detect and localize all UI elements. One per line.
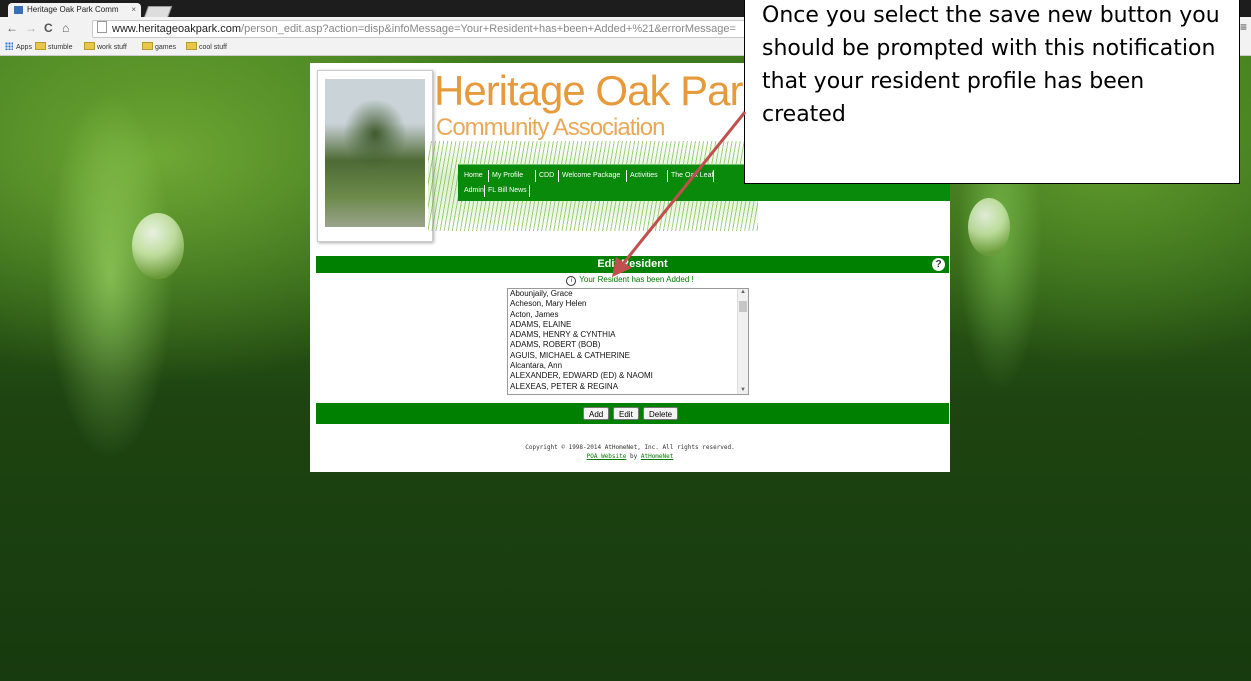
copyright-block: Copyright © 1998-2014 AtHomeNet, Inc. Al… — [310, 443, 950, 461]
nav-activities[interactable]: Activities — [630, 171, 658, 181]
resident-listbox[interactable]: Abounjaily, Grace Acheson, Mary Helen Acto… — [507, 288, 749, 395]
info-icon: i — [566, 276, 577, 286]
info-message: i Your Resident has been Added ! — [310, 274, 950, 286]
resident-option[interactable]: ADAMS, ELAINE — [510, 320, 748, 330]
resident-option[interactable]: ADAMS, ROBERT (BOB) — [510, 340, 748, 350]
back-arrow-icon[interactable]: ← — [6, 21, 18, 35]
reload-icon[interactable]: C — [44, 21, 53, 35]
edit-button[interactable]: Edit — [613, 407, 639, 420]
resident-option[interactable]: Alcantara, Ann — [510, 361, 748, 371]
poa-website-link[interactable]: POA Website — [587, 453, 627, 460]
credit-line: POA Website by AtHomeNet — [310, 452, 950, 461]
apps-grid-icon — [5, 42, 13, 50]
page-icon — [97, 21, 107, 33]
bookmark-apps[interactable]: Apps — [5, 41, 32, 55]
nav-fl-bill-news[interactable]: FL Bill News — [488, 186, 527, 196]
delete-button[interactable]: Delete — [643, 407, 679, 420]
credit-by: by — [630, 453, 638, 460]
site-title: Heritage Oak Park — [434, 67, 763, 114]
folder-icon — [84, 42, 95, 50]
forward-arrow-icon[interactable]: → — [25, 21, 37, 35]
panel-footer: Add Edit Delete — [316, 403, 949, 424]
nav-divider — [667, 170, 668, 182]
nav-my-profile[interactable]: My Profile — [492, 171, 523, 181]
info-message-text: Your Resident has been Added ! — [579, 275, 694, 284]
nav-divider — [626, 170, 627, 182]
nav-home[interactable]: Home — [464, 171, 483, 181]
url-path: /person_edit.asp?action=disp&infoMessage… — [241, 23, 736, 35]
home-icon[interactable]: ⌂ — [62, 21, 69, 35]
water-drop-image — [968, 198, 1010, 256]
resident-option[interactable]: ADAMS, HENRY & CYNTHIA — [510, 330, 748, 340]
resident-option[interactable]: Acheson, Mary Helen — [510, 299, 748, 309]
nav-divider — [558, 170, 559, 182]
bookmark-cool-stuff[interactable]: cool stuff — [186, 41, 227, 55]
resident-option[interactable]: ALEXANDER, EDWARD (ED) & NAOMI — [510, 371, 748, 381]
help-icon[interactable]: ? — [932, 258, 945, 271]
site-subtitle: Community Association — [436, 114, 665, 141]
browser-tab-title: Heritage Oak Park Comm — [27, 5, 119, 14]
resident-option[interactable]: Abounjaily, Grace — [510, 289, 748, 299]
folder-icon — [186, 42, 197, 50]
nav-oak-leaf[interactable]: The Oak Leaf — [671, 171, 713, 181]
copyright-text: Copyright © 1998-2014 AtHomeNet, Inc. Al… — [525, 444, 735, 451]
nav-admin[interactable]: Admin — [464, 186, 484, 196]
nav-divider — [529, 185, 530, 197]
listbox-scrollbar[interactable]: ▲ ▼ — [737, 289, 748, 394]
header-photo — [317, 70, 433, 242]
folder-icon — [35, 42, 46, 50]
site-favicon-icon — [14, 6, 23, 14]
url-host: www.heritageoakpark.com — [112, 23, 242, 35]
folder-icon — [142, 42, 153, 50]
tab-close-icon[interactable]: × — [131, 3, 136, 17]
resident-list: Abounjaily, Grace Acheson, Mary Helen Acto… — [508, 289, 748, 392]
nav-divider — [488, 170, 489, 182]
annotation-callout: Once you select the save new button you … — [744, 0, 1240, 184]
water-drop-image — [132, 213, 184, 279]
nav-divider — [535, 170, 536, 182]
resident-option[interactable]: ALEXEAS, PETER & REGINA — [510, 382, 748, 392]
bookmark-stumble[interactable]: stumble — [35, 41, 73, 55]
nav-divider — [484, 185, 485, 197]
athomenet-link[interactable]: AtHomeNet — [641, 453, 674, 460]
resident-option[interactable]: Acton, James — [510, 310, 748, 320]
browser-tab[interactable]: Heritage Oak Park Comm × — [8, 3, 141, 17]
address-bar[interactable]: www.heritageoakpark.com/person_edit.asp?… — [92, 20, 774, 38]
panel-header: Edit Resident ? — [316, 256, 949, 273]
nav-welcome-package[interactable]: Welcome Package — [562, 171, 620, 181]
scroll-up-icon[interactable]: ▲ — [740, 289, 746, 295]
add-button[interactable]: Add — [583, 407, 610, 420]
oak-tree-image — [325, 79, 425, 227]
callout-text: Once you select the save new button you … — [762, 3, 1220, 127]
scroll-thumb[interactable] — [739, 301, 747, 312]
nav-divider — [713, 170, 714, 182]
nav-cdd[interactable]: CDD — [539, 171, 554, 181]
panel-title: Edit Resident — [597, 258, 668, 270]
resident-option[interactable]: AGUIS, MICHAEL & CATHERINE — [510, 351, 748, 361]
bookmark-work-stuff[interactable]: work stuff — [84, 41, 127, 55]
browser-menu-icon[interactable]: ≡ — [1240, 21, 1248, 33]
bookmark-games[interactable]: games — [142, 41, 176, 55]
scroll-down-icon[interactable]: ▼ — [740, 387, 746, 393]
